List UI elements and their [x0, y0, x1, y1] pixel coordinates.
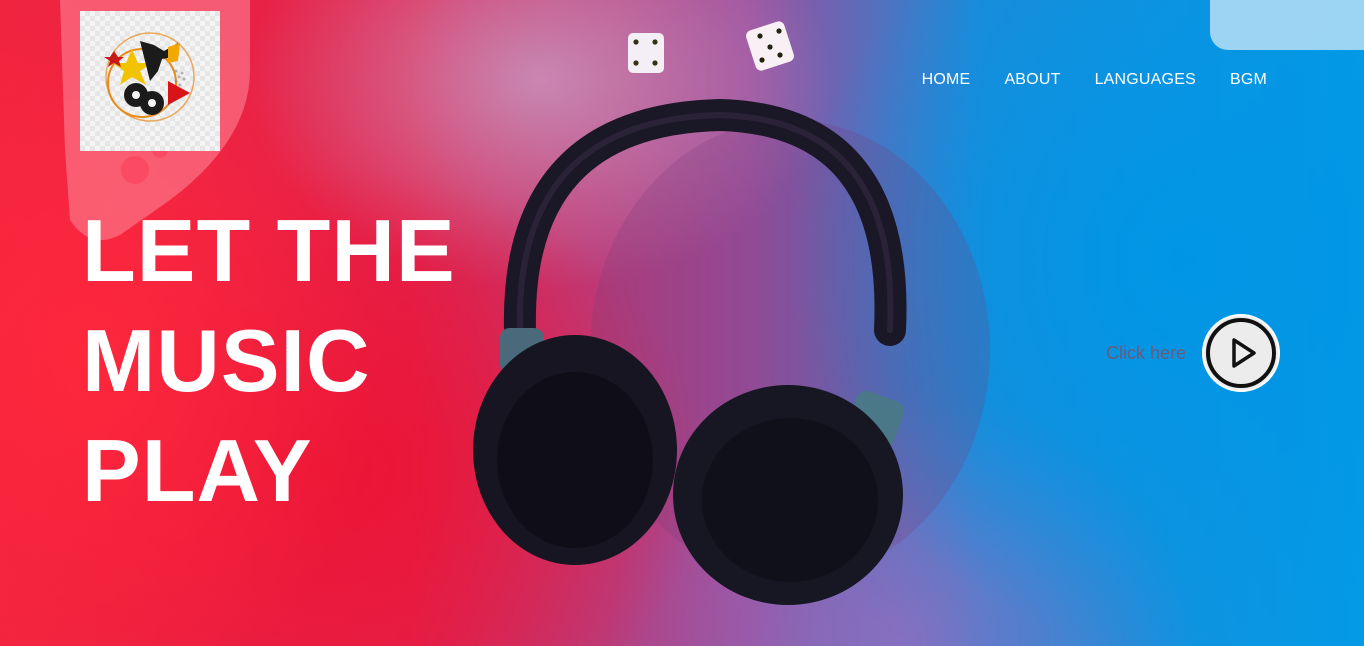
hero-headline: LET THE MUSIC PLAY: [82, 196, 456, 526]
play-circle-icon: [1206, 318, 1277, 388]
device-decoration: [1210, 0, 1364, 50]
nav-about[interactable]: ABOUT: [1004, 70, 1060, 90]
main-navigation: HOME ABOUT LANGUAGES BGM: [922, 70, 1267, 90]
music-dj-logo-icon: [104, 32, 195, 122]
headline-line: PLAY: [82, 421, 313, 520]
site-logo[interactable]: [80, 11, 220, 151]
headline-line: MUSIC: [82, 311, 371, 410]
cta-label[interactable]: Click here: [1106, 343, 1186, 364]
dice-decoration: [628, 21, 794, 73]
nav-languages[interactable]: LANGUAGES: [1095, 70, 1196, 90]
play-cta[interactable]: Click here: [1106, 314, 1281, 392]
play-button[interactable]: [1202, 314, 1281, 392]
hero-section: HOME ABOUT LANGUAGES BGM LET THE MUSIC P…: [0, 0, 1364, 646]
headline-line: LET THE: [82, 201, 456, 300]
nav-home[interactable]: HOME: [922, 70, 971, 90]
headphones-decoration: [473, 98, 990, 605]
nav-bgm[interactable]: BGM: [1230, 70, 1267, 90]
